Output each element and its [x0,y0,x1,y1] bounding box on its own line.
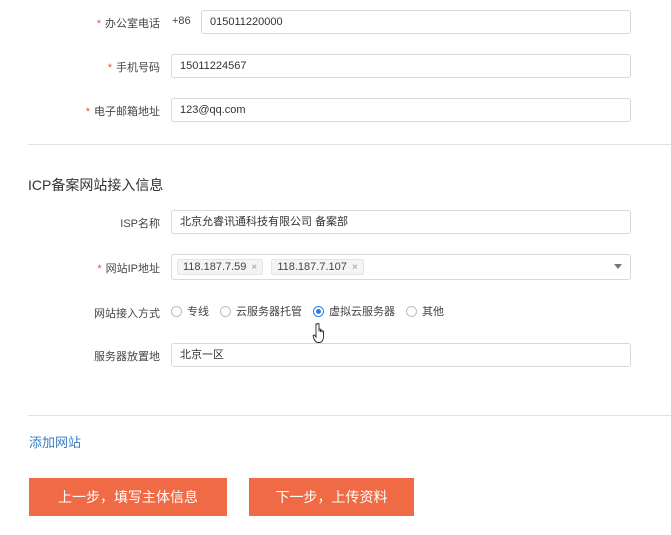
isp-row: ISP名称 北京允睿讯通科技有限公司 备案部 [0,210,671,234]
close-icon[interactable]: × [352,262,358,273]
access-label: 网站接入方式 [94,308,160,320]
isp-label: ISP名称 [120,218,160,230]
section-divider [28,144,671,145]
add-site-link[interactable]: 添加网站 [29,432,81,451]
access-option-cloud-hosting[interactable]: 云服务器托管 [220,303,302,319]
radio-icon[interactable] [406,305,417,317]
isp-input[interactable]: 北京允睿讯通科技有限公司 备案部 [171,210,631,234]
location-label: 服务器放置地 [94,351,160,363]
email-input[interactable]: 123@qq.com [171,98,631,122]
ip-select[interactable]: 118.187.7.59 × 118.187.7.107 × [171,254,631,280]
email-row: * 电子邮箱地址 123@qq.com [0,98,671,122]
office-phone-input[interactable]: 015011220000 [201,10,631,34]
email-label: * 电子邮箱地址 [85,106,160,118]
office-phone-prefix: +86 [172,15,191,27]
office-phone-label: * 办公室电话 [96,18,160,30]
ip-label: * 网站IP地址 [97,263,160,275]
access-option-dedicated[interactable]: 专线 [171,303,209,319]
section-title: ICP备案网站接入信息 [28,177,164,193]
mobile-label: * 手机号码 [107,62,160,74]
access-option-other[interactable]: 其他 [406,303,444,319]
ip-tag: 118.187.7.59 × [177,259,264,276]
section-divider [28,415,671,416]
close-icon[interactable]: × [251,262,257,273]
ip-tag: 118.187.7.107 × [271,259,364,276]
hand-pointer-icon [312,322,324,343]
ip-row: * 网站IP地址 118.187.7.59 × 118.187.7.107 × [0,254,671,280]
chevron-down-icon[interactable] [614,264,622,269]
radio-checked-icon[interactable] [313,305,324,317]
location-row: 服务器放置地 北京一区 [0,343,671,367]
location-input[interactable]: 北京一区 [171,343,631,367]
prev-button[interactable]: 上一步，填写主体信息 [29,478,227,516]
access-radio-group: 专线 云服务器托管 虚拟云服务器 其他 [171,303,455,319]
next-button[interactable]: 下一步，上传资料 [249,478,414,516]
radio-icon[interactable] [171,305,182,317]
access-option-virtual-cloud[interactable]: 虚拟云服务器 [313,303,395,319]
radio-icon[interactable] [220,305,231,317]
mobile-row: * 手机号码 15011224567 [0,54,671,78]
mobile-input[interactable]: 15011224567 [171,54,631,78]
office-phone-row: * 办公室电话 +86 015011220000 [0,10,671,34]
